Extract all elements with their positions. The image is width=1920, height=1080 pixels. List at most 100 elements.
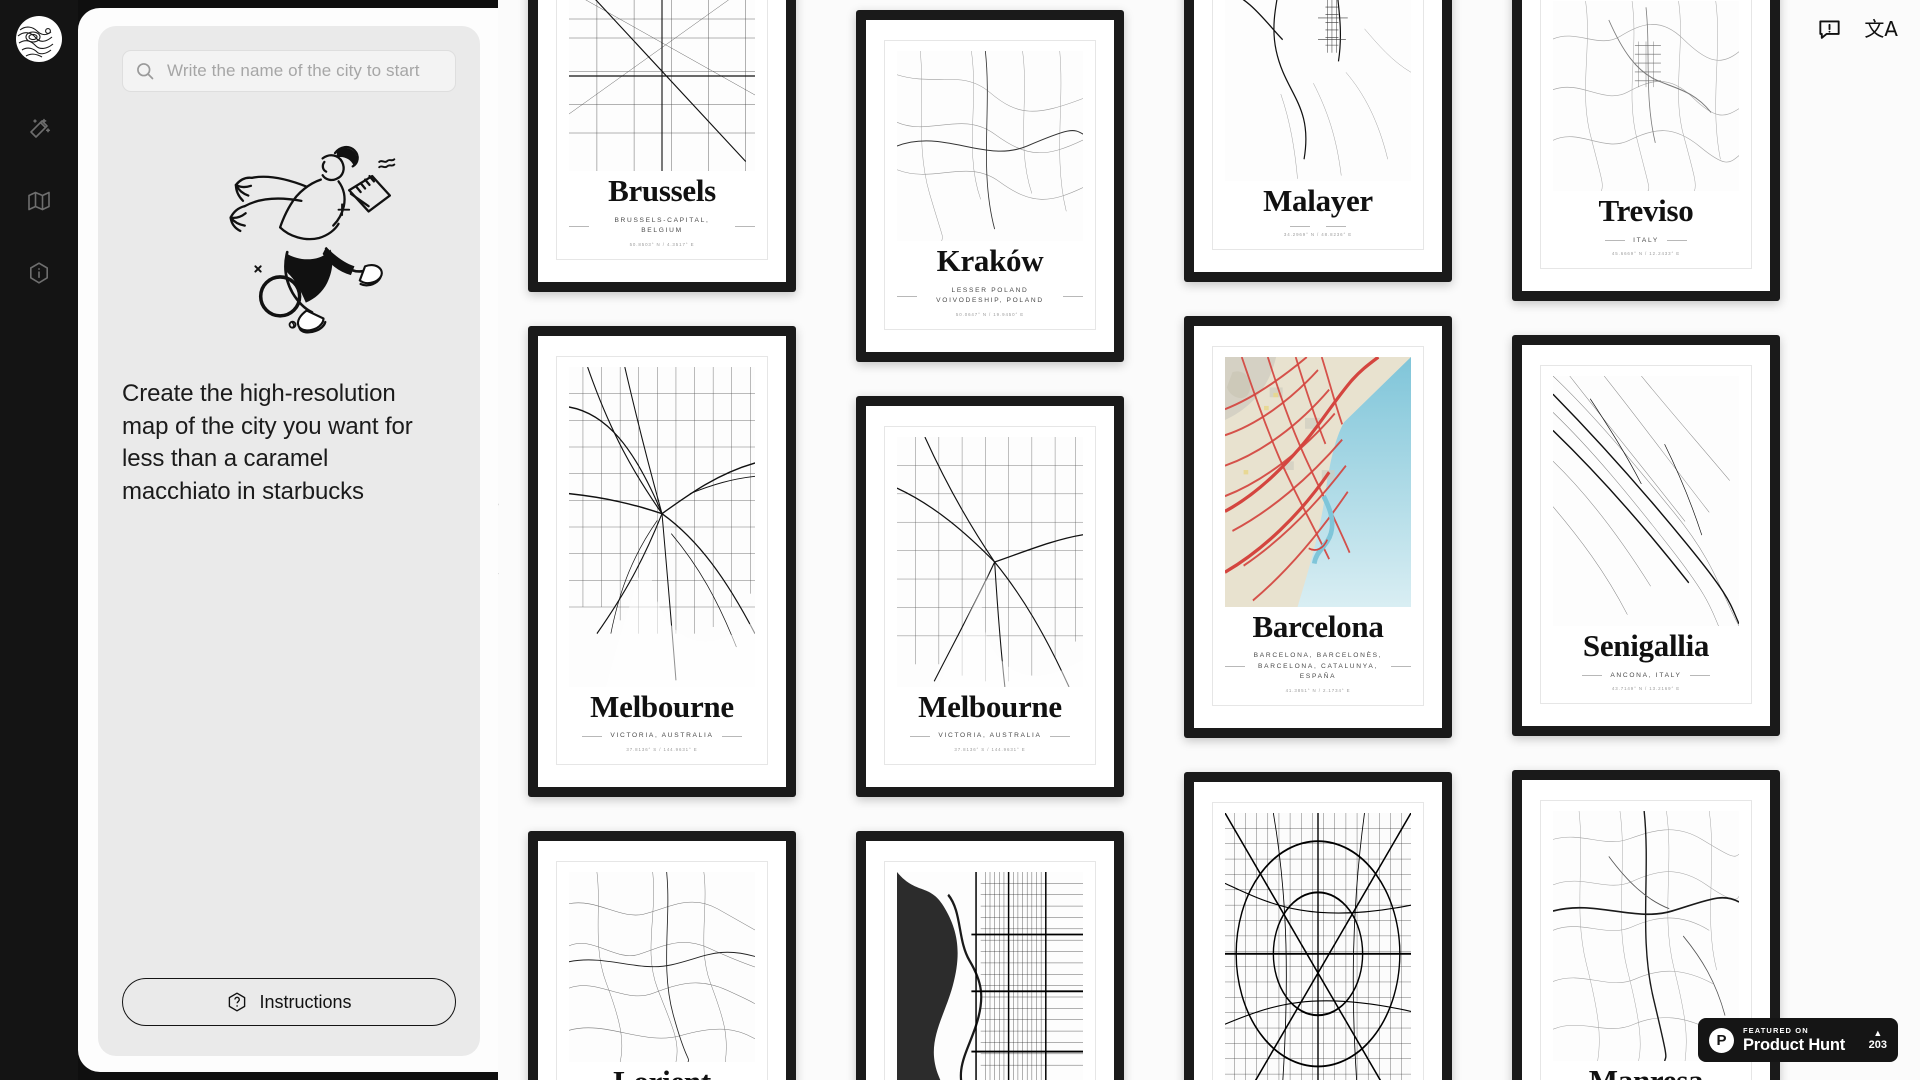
poster-subtitle: ITALY (1633, 236, 1659, 244)
poster-inner: Senigallia ANCONA, ITALY 43.7149° N / 13… (1540, 365, 1752, 705)
magic-wand-icon (30, 118, 51, 138)
map-icon (28, 191, 50, 211)
map-artwork-mono (569, 0, 755, 171)
poster-mat: Kraków LESSER POLAND VOIVODESHIP, POLAND… (866, 20, 1114, 352)
poster-card[interactable]: Melbourne VICTORIA, AUSTRALIA 37.8136° S… (528, 325, 796, 797)
poster-card[interactable]: Brussels BRUSSELS-CAPITAL, BELGIUM 50.85… (528, 0, 796, 292)
poster-city: Malayer (1263, 183, 1373, 218)
app-logo[interactable] (16, 16, 62, 62)
upvote-count: 203 (1868, 1039, 1887, 1051)
product-hunt-text: FEATURED ON Product Hunt (1743, 1025, 1860, 1054)
map-artwork-lorient (569, 871, 755, 1062)
sidebar-item-maps[interactable] (16, 178, 62, 224)
instructions-label: Instructions (259, 991, 352, 1012)
poster-city: Brussels (608, 173, 716, 208)
upvote-arrow-icon: ▲ (1873, 1028, 1883, 1038)
subtitle-dash-left (569, 225, 589, 227)
poster-coords: 50.8503° N / 4.3517° E (629, 241, 695, 247)
product-hunt-logo: P (1709, 1027, 1734, 1053)
poster-card[interactable]: Melbourne VICTORIA, AUSTRALIA 37.8136° S… (856, 395, 1124, 797)
subtitle-dash-left (1290, 225, 1310, 227)
running-person-illustration (229, 145, 396, 334)
poster-map (897, 436, 1083, 687)
poster-city: Lorient (569, 1065, 755, 1080)
sidebar (0, 0, 78, 1080)
poster-card[interactable]: Malayer 34.2969° N / 48.8236° E (1184, 0, 1452, 282)
product-hunt-upvote[interactable]: ▲ 203 (1868, 1028, 1887, 1052)
poster-inner: Melbourne VICTORIA, AUSTRALIA 37.8136° S… (884, 425, 1096, 765)
poster-gallery[interactable]: Brussels BRUSSELS-CAPITAL, BELGIUM 50.85… (498, 0, 1920, 1080)
poster-card[interactable]: Kraków LESSER POLAND VOIVODESHIP, POLAND… (856, 10, 1124, 362)
poster-mat: Melbourne VICTORIA, AUSTRALIA 37.8136° S… (538, 335, 786, 787)
poster-map (1553, 376, 1739, 627)
subtitle-dash-left (897, 295, 917, 297)
poster-subtitle: LESSER POLAND VOIVODESHIP, POLAND (936, 286, 1044, 305)
poster-subtitle-row: ITALY (1553, 236, 1739, 247)
poster-city: Melbourne (918, 688, 1062, 724)
panel-tagline: Create the high-resolution map of the ci… (122, 380, 413, 505)
map-artwork-senigallia-2 (1553, 376, 1739, 627)
subtitle-dash-left (910, 735, 931, 737)
subtitle-dash-left (1225, 666, 1245, 668)
feedback-button[interactable] (1817, 16, 1842, 41)
map-artwork-barcelona-color (1225, 356, 1411, 607)
poster-subtitle-row: VICTORIA, AUSTRALIA (569, 731, 755, 742)
map-artwork-bogota (897, 871, 1083, 1080)
panel-spacer (122, 509, 456, 979)
poster-card[interactable]: Treviso ITALY 45.6669° N / 12.2433° E (1512, 0, 1780, 302)
poster-coords: 45.6669° N / 12.2433° E (1611, 251, 1681, 257)
product-hunt-featured-label: FEATURED ON (1743, 1025, 1809, 1035)
subtitle-dash-right (721, 735, 742, 737)
poster-subtitle: VICTORIA, AUSTRALIA (938, 732, 1042, 740)
search-bar[interactable] (122, 50, 456, 92)
poster-card[interactable]: Senigallia ANCONA, ITALY 43.7149° N / 13… (1512, 335, 1780, 737)
poster-mat: Lorient MORBIHAN, FRANCE 47.7483° N / 3.… (538, 840, 786, 1080)
subtitle-dash-right (1049, 735, 1070, 737)
map-artwork-malayer (1242, 0, 1411, 179)
poster-map (569, 871, 755, 1062)
gallery-column-2: Kraków LESSER POLAND VOIVODESHIP, POLAND… (856, 10, 1124, 1080)
poster-coords: 43.7149° N / 13.2169° E (1611, 686, 1681, 692)
subtitle-dash-left (1582, 675, 1603, 677)
sidebar-item-generate[interactable] (16, 106, 62, 152)
product-hunt-badge[interactable]: P FEATURED ON Product Hunt ▲ 203 (1698, 1018, 1898, 1062)
poster-inner: Brussels BRUSSELS-CAPITAL, BELGIUM 50.85… (556, 0, 768, 260)
map-artwork-melbourne (569, 366, 755, 687)
subtitle-dash-left (582, 735, 603, 737)
poster-map (569, 366, 755, 687)
poster-map (1225, 356, 1411, 607)
poster-card[interactable]: Bogota COLOMBIA 4.7110° N / 74.0721° W (856, 830, 1124, 1080)
poster-map (1553, 1, 1739, 191)
poster-inner: Bengaluru KARNATAKA, INDIA 12.9716° N / … (1212, 801, 1424, 1080)
subtitle-dash-right (1391, 666, 1411, 668)
poster-card[interactable]: Barcelona BARCELONA, BARCELONÈS, BARCELO… (1184, 315, 1452, 738)
sidebar-item-info[interactable] (16, 250, 62, 296)
poster-coords: 41.3851° N / 2.1734° E (1285, 687, 1351, 693)
poster-inner: Malayer 34.2969° N / 48.8236° E (1212, 0, 1424, 250)
poster-coords: 37.8136° S / 144.9631° E (954, 746, 1026, 752)
poster-map (1225, 0, 1411, 181)
subtitle-dash-right (1063, 295, 1083, 297)
poster-mat: Senigallia ANCONA, ITALY 43.7149° N / 13… (1522, 345, 1770, 727)
logo-topographic-mark (16, 16, 62, 62)
poster-subtitle-row: ANCONA, ITALY (1553, 671, 1739, 682)
map-artwork-krakow (897, 51, 1083, 241)
poster-city: Barcelona (1252, 608, 1384, 644)
poster-mat: Brussels BRUSSELS-CAPITAL, BELGIUM 50.85… (538, 0, 786, 282)
search-input[interactable] (167, 61, 443, 81)
map-artwork-treviso (1553, 1, 1739, 191)
poster-inner: Treviso ITALY 45.6669° N / 12.2433° E (1540, 0, 1752, 270)
poster-city: Melbourne (590, 688, 734, 724)
map-artwork-melbourne-2 (897, 436, 1083, 687)
poster-subtitle-row: BRUSSELS-CAPITAL, BELGIUM (569, 216, 755, 237)
instructions-button[interactable]: Instructions (122, 978, 456, 1026)
poster-card[interactable]: Lorient MORBIHAN, FRANCE 47.7483° N / 3.… (528, 830, 796, 1080)
language-button[interactable]: 文A (1864, 19, 1898, 39)
poster-map (897, 871, 1083, 1080)
poster-mat: Bogota COLOMBIA 4.7110° N / 74.0721° W (866, 840, 1114, 1080)
poster-card[interactable]: Bengaluru KARNATAKA, INDIA 12.9716° N / … (1184, 771, 1452, 1080)
poster-inner: Melbourne VICTORIA, AUSTRALIA 37.8136° S… (556, 355, 768, 765)
top-right-actions: 文A (1817, 16, 1898, 41)
poster-inner: Bogota COLOMBIA 4.7110° N / 74.0721° W (884, 860, 1096, 1080)
poster-map (569, 0, 755, 171)
